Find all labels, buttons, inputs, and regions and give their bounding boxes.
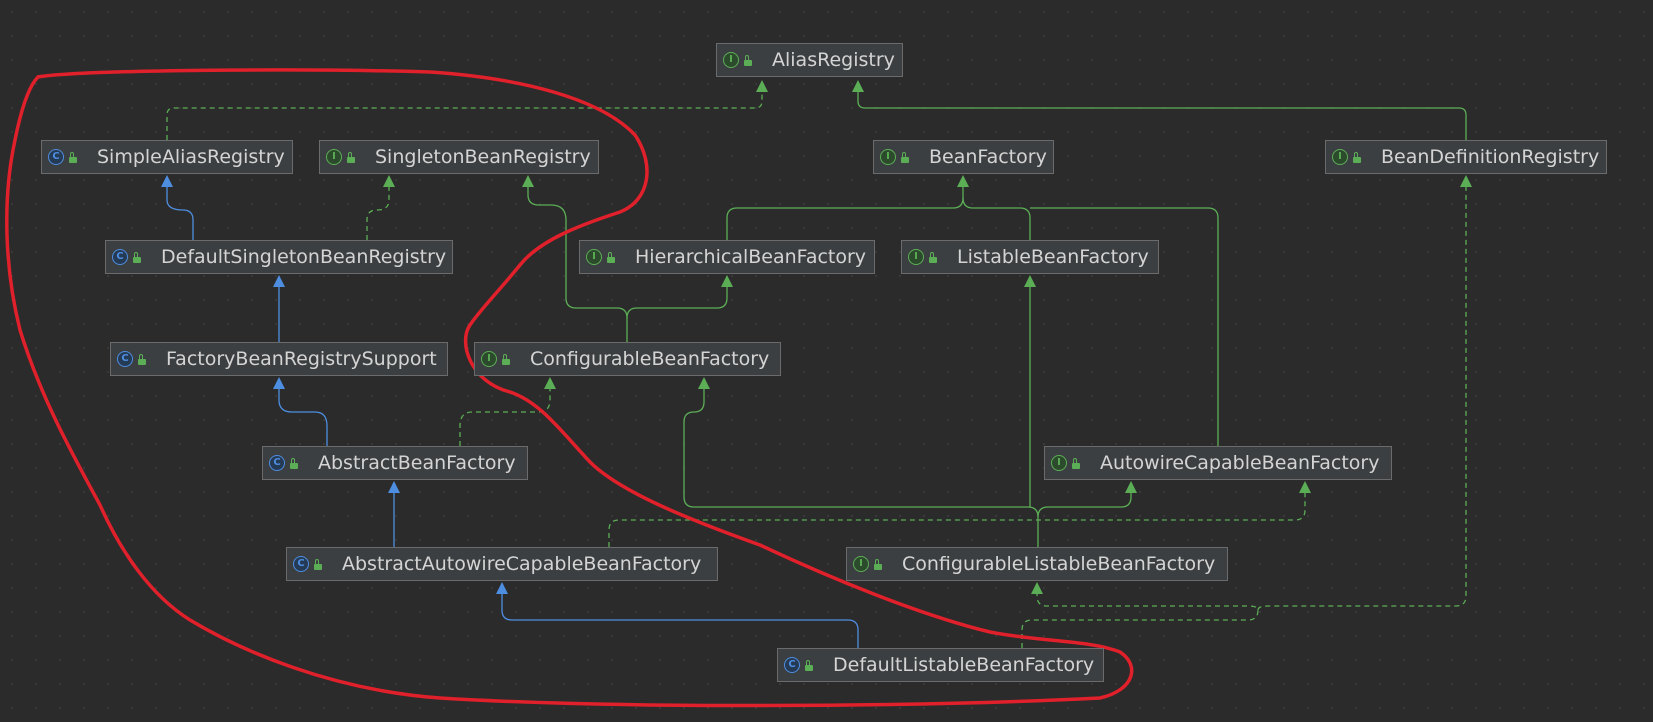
node-label: BeanFactory: [929, 146, 1047, 168]
edge-defaultsingleton-singletonregistry: [366, 178, 390, 240]
lock-icon: [314, 558, 322, 570]
lock-icon: [138, 353, 146, 365]
node-label: ConfigurableListableBeanFactory: [902, 553, 1216, 575]
edge-configlistable-configurable: [683, 380, 1039, 547]
node-configurable-listable-bean-factory[interactable]: I ConfigurableListableBeanFactory: [846, 547, 1228, 581]
class-icon: C: [117, 351, 133, 367]
node-label: DefaultSingletonBeanRegistry: [161, 246, 447, 268]
lock-icon: [607, 251, 615, 263]
interface-icon: I: [1051, 455, 1067, 471]
edge-abstractbean-factorybean: [278, 380, 328, 446]
node-label: AliasRegistry: [772, 49, 895, 71]
class-icon: C: [293, 556, 309, 572]
edge-defaultsingleton-simplealias: [166, 178, 194, 240]
node-label: BeanDefinitionRegistry: [1381, 146, 1600, 168]
node-label: ConfigurableBeanFactory: [530, 348, 770, 370]
lock-icon: [744, 54, 752, 66]
node-label: SingletonBeanRegistry: [375, 146, 591, 168]
node-default-singleton-bean-registry[interactable]: C DefaultSingletonBeanRegistry: [105, 240, 453, 274]
edge-defaultlistable-abstractautowire: [501, 585, 859, 648]
interface-icon: I: [908, 249, 924, 265]
node-label: AbstractBeanFactory: [318, 452, 516, 474]
node-label: AbstractAutowireCapableBeanFactory: [342, 553, 702, 575]
interface-icon: I: [326, 149, 342, 165]
node-configurable-bean-factory[interactable]: I ConfigurableBeanFactory: [474, 342, 781, 376]
node-label: SimpleAliasRegistry: [97, 146, 285, 168]
edge-configlistable-autowire: [1037, 484, 1132, 518]
node-hierarchical-bean-factory[interactable]: I HierarchicalBeanFactory: [579, 240, 875, 274]
node-label: ListableBeanFactory: [957, 246, 1149, 268]
node-label: DefaultListableBeanFactory: [833, 654, 1095, 676]
interface-icon: I: [853, 556, 869, 572]
lock-icon: [901, 151, 909, 163]
lock-icon: [502, 353, 510, 365]
lock-icon: [1072, 457, 1080, 469]
interface-icon: I: [723, 52, 739, 68]
edge-beandefinitionregistry-aliasregistry: [857, 82, 1467, 140]
edge-hierarchical-beanfactory: [726, 178, 964, 240]
edge-listable-beanfactory: [962, 197, 1031, 240]
node-abstract-autowire-capable-bean-factory[interactable]: C AbstractAutowireCapableBeanFactory: [286, 547, 718, 581]
lock-icon: [69, 151, 77, 163]
node-bean-factory[interactable]: I BeanFactory: [873, 140, 1054, 174]
lock-icon: [805, 659, 813, 671]
node-alias-registry[interactable]: I AliasRegistry: [716, 43, 903, 77]
node-factory-bean-registry-support[interactable]: C FactoryBeanRegistrySupport: [110, 342, 448, 376]
lock-icon: [347, 151, 355, 163]
node-label: AutowireCapableBeanFactory: [1100, 452, 1380, 474]
lock-icon: [874, 558, 882, 570]
node-bean-definition-registry[interactable]: I BeanDefinitionRegistry: [1325, 140, 1607, 174]
interface-icon: I: [880, 149, 896, 165]
lock-icon: [290, 457, 298, 469]
lock-icon: [929, 251, 937, 263]
class-icon: C: [112, 249, 128, 265]
edge-simplealiasregistry-aliasregistry: [166, 82, 763, 140]
node-label: HierarchicalBeanFactory: [635, 246, 867, 268]
node-listable-bean-factory[interactable]: I ListableBeanFactory: [901, 240, 1159, 274]
edge-defaultlistable-configlistable: [1021, 585, 1259, 648]
edge-defaultlistable-beandefinition: [1257, 178, 1467, 611]
node-simple-alias-registry[interactable]: C SimpleAliasRegistry: [41, 140, 293, 174]
class-icon: C: [48, 149, 64, 165]
node-singleton-bean-registry[interactable]: I SingletonBeanRegistry: [319, 140, 599, 174]
lock-icon: [1353, 151, 1361, 163]
node-default-listable-bean-factory[interactable]: C DefaultListableBeanFactory: [777, 648, 1104, 682]
interface-icon: I: [1332, 149, 1348, 165]
class-icon: C: [269, 455, 285, 471]
class-icon: C: [784, 657, 800, 673]
edge-configurable-hierarchical: [626, 278, 728, 319]
interface-icon: I: [586, 249, 602, 265]
node-abstract-bean-factory[interactable]: C AbstractBeanFactory: [262, 446, 528, 480]
node-label: FactoryBeanRegistrySupport: [166, 348, 437, 370]
edge-abstractautowire-autowire: [608, 484, 1306, 547]
node-autowire-capable-bean-factory[interactable]: I AutowireCapableBeanFactory: [1044, 446, 1392, 480]
lock-icon: [133, 251, 141, 263]
interface-icon: I: [481, 351, 497, 367]
